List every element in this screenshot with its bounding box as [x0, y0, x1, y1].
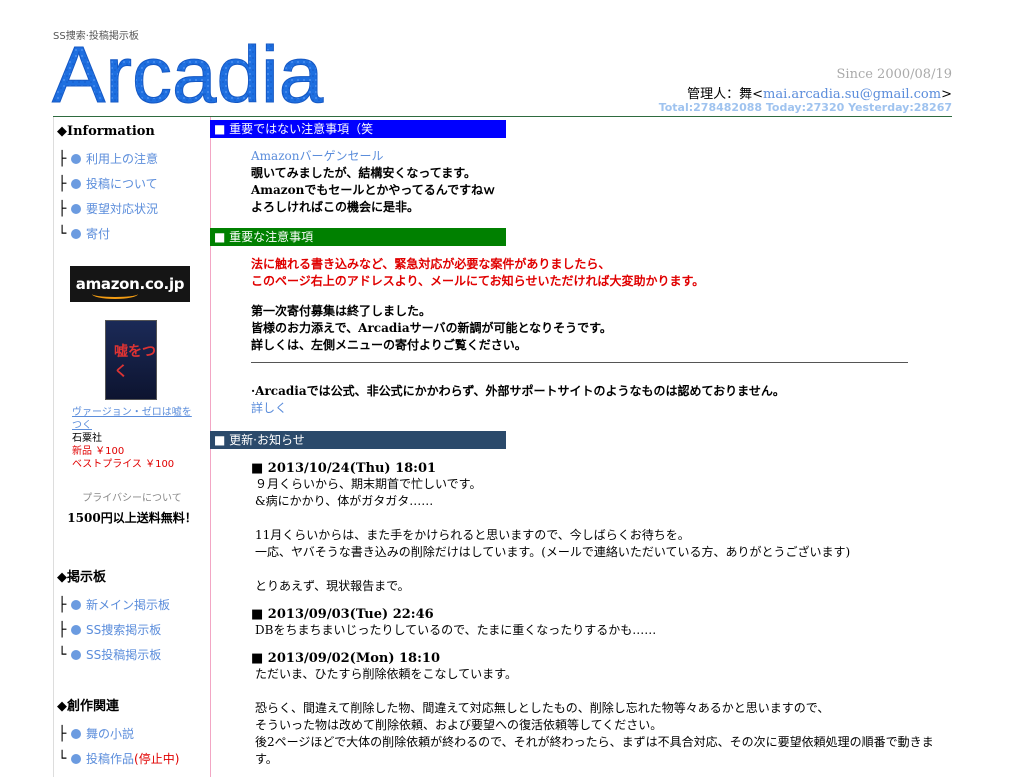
dot-icon: [71, 153, 81, 164]
details-link[interactable]: 詳しく: [251, 400, 950, 417]
news-body: ９月くらいから、期末期首で忙しいです。 &病にかかり、体がガタガタ…… 11月く…: [255, 477, 851, 593]
dot-icon: [71, 728, 81, 739]
dot-icon: [71, 203, 81, 214]
logo-text: Arcadia: [52, 36, 324, 110]
news-body: DBをちまちまいじったりしているので、たまに重くなったりするかも……: [255, 623, 657, 637]
amazon-sale-link[interactable]: Amazonバーゲンセール: [251, 148, 950, 165]
tree-branch-icon: ├: [58, 200, 67, 217]
support-notice: ·Arcadiaでは公式、非公式にかかわらず、外部サポートサイトのようなものは認…: [251, 383, 950, 417]
notice-divider: [251, 362, 908, 363]
news-bar: ■ 更新·お知らせ: [210, 431, 506, 449]
news-entry: ■ 2013/10/24(Thu) 18:01 ９月くらいから、期末期首で忙しい…: [210, 461, 950, 595]
publisher: 石粟社: [72, 433, 102, 444]
board-heading: ◆掲示板: [57, 570, 106, 585]
sidebar-item-posting[interactable]: ├ 投稿について: [58, 171, 210, 196]
since-date: Since 2000/08/19: [836, 67, 952, 82]
tree-branch-icon: ├: [58, 175, 67, 192]
dot-icon: [71, 649, 81, 660]
access-counter: Total:278482088 Today:27320 Yesterday:28…: [658, 101, 952, 114]
sidebar-item-ss-post-board[interactable]: └ SS投稿掲示板: [58, 642, 210, 667]
dot-icon: [71, 753, 81, 764]
info-heading: ◆Information: [57, 124, 155, 139]
news-entry: ■ 2013/09/03(Tue) 22:46 DBをちまちまいじったりしている…: [210, 607, 950, 639]
important-notice: 法に触れる書き込みなど、緊急対応が必要な案件がありましたら、 このページ右上のア…: [251, 257, 705, 352]
product-link[interactable]: ヴァージョン・ゼロは嘘をつく: [72, 406, 197, 432]
tree-branch-icon: ├: [58, 596, 67, 613]
important-notice-bar: ■ 重要な注意事項: [210, 228, 506, 246]
sidebar-item-new-main-board[interactable]: ├ 新メイン掲示板: [58, 592, 210, 617]
dot-icon: [71, 178, 81, 189]
news-date: ■ 2013/09/02(Mon) 18:10: [251, 651, 440, 666]
main-content: ■ 重要ではない注意事項（笑 Amazonバーゲンセール 覗いてみましたが、結構…: [210, 117, 950, 768]
amazon-smile-icon: [92, 289, 138, 299]
privacy-link[interactable]: プライバシーについて: [54, 489, 210, 504]
dot-icon: [71, 228, 81, 239]
news-date: ■ 2013/10/24(Thu) 18:01: [251, 461, 437, 476]
tree-end-icon: └: [58, 646, 67, 663]
tree-branch-icon: ├: [58, 621, 67, 638]
book-cover-image[interactable]: 嘘をつく: [105, 320, 157, 400]
best-price: ベストプライス ￥100: [72, 459, 175, 470]
sidebar: ◆Information ├ 利用上の注意 ├ 投稿について ├ 要望対応状況 └ 寄付…: [53, 117, 211, 777]
admin-contact: 管理人：舞<mai.arcadia.su@gmail.com>: [687, 87, 952, 102]
news-body: ただいま、ひたすら削除依頼をこなしています。 恐らく、間違えて削除した物、間違え…: [255, 667, 934, 766]
sidebar-item-requests[interactable]: ├ 要望対応状況: [58, 196, 210, 221]
news-entry: ■ 2013/09/02(Mon) 18:10 ただいま、ひたすら削除依頼をこな…: [210, 651, 950, 768]
dot-icon: [71, 624, 81, 635]
tree-branch-icon: ├: [58, 150, 67, 167]
sidebar-item-ss-search-board[interactable]: ├ SS捜索掲示板: [58, 617, 210, 642]
minor-notice-bar: ■ 重要ではない注意事項（笑: [210, 120, 506, 138]
tree-end-icon: └: [58, 750, 67, 767]
tree-end-icon: └: [58, 225, 67, 242]
amazon-logo[interactable]: amazon.co.jp: [70, 266, 190, 302]
new-price: 新品 ￥100: [72, 446, 125, 457]
arcadia-logo[interactable]: Arcadia: [50, 36, 350, 110]
news-date: ■ 2013/09/03(Tue) 22:46: [251, 607, 434, 622]
dot-icon: [71, 599, 81, 610]
sidebar-item-mai-novels[interactable]: ├ 舞の小説: [58, 721, 210, 746]
sidebar-item-terms[interactable]: ├ 利用上の注意: [58, 146, 210, 171]
creative-heading: ◆創作関連: [57, 699, 119, 714]
admin-email-link[interactable]: mai.arcadia.su@gmail.com: [763, 87, 941, 102]
free-shipping-note: 1500円以上送料無料！: [67, 511, 197, 525]
sidebar-item-donation[interactable]: └ 寄付: [58, 221, 210, 246]
sidebar-item-posted-works[interactable]: └ 投稿作品 (停止中): [58, 746, 210, 771]
tree-branch-icon: ├: [58, 725, 67, 742]
minor-notice: Amazonバーゲンセール 覗いてみましたが、結構安くなってます。 Amazon…: [251, 148, 950, 216]
